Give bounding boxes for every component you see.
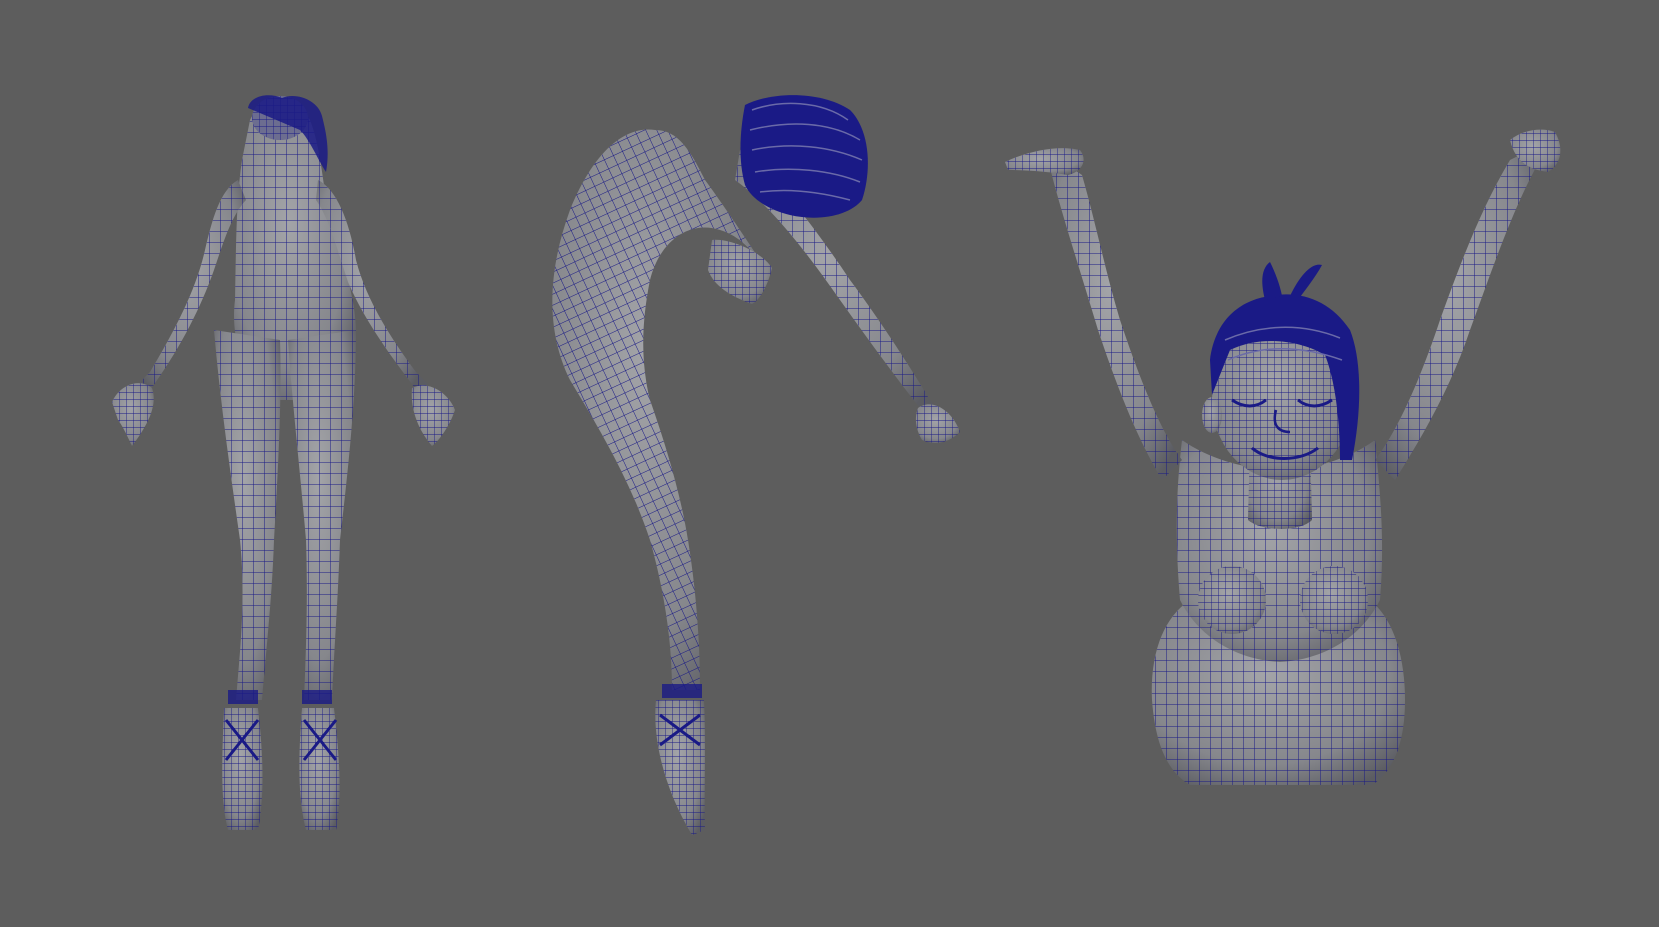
model1-mesh-body — [112, 95, 455, 830]
model-arabesque-bend-side-view[interactable] — [552, 95, 960, 835]
modeling-viewport[interactable] — [0, 0, 1659, 927]
model-standing-back-view[interactable] — [112, 95, 455, 830]
model3-mesh-body — [1005, 129, 1561, 785]
model-kneeling-arms-raised-front-view[interactable] — [1005, 129, 1561, 785]
model2-mesh-body — [552, 95, 960, 835]
viewport-canvas[interactable] — [0, 0, 1659, 927]
